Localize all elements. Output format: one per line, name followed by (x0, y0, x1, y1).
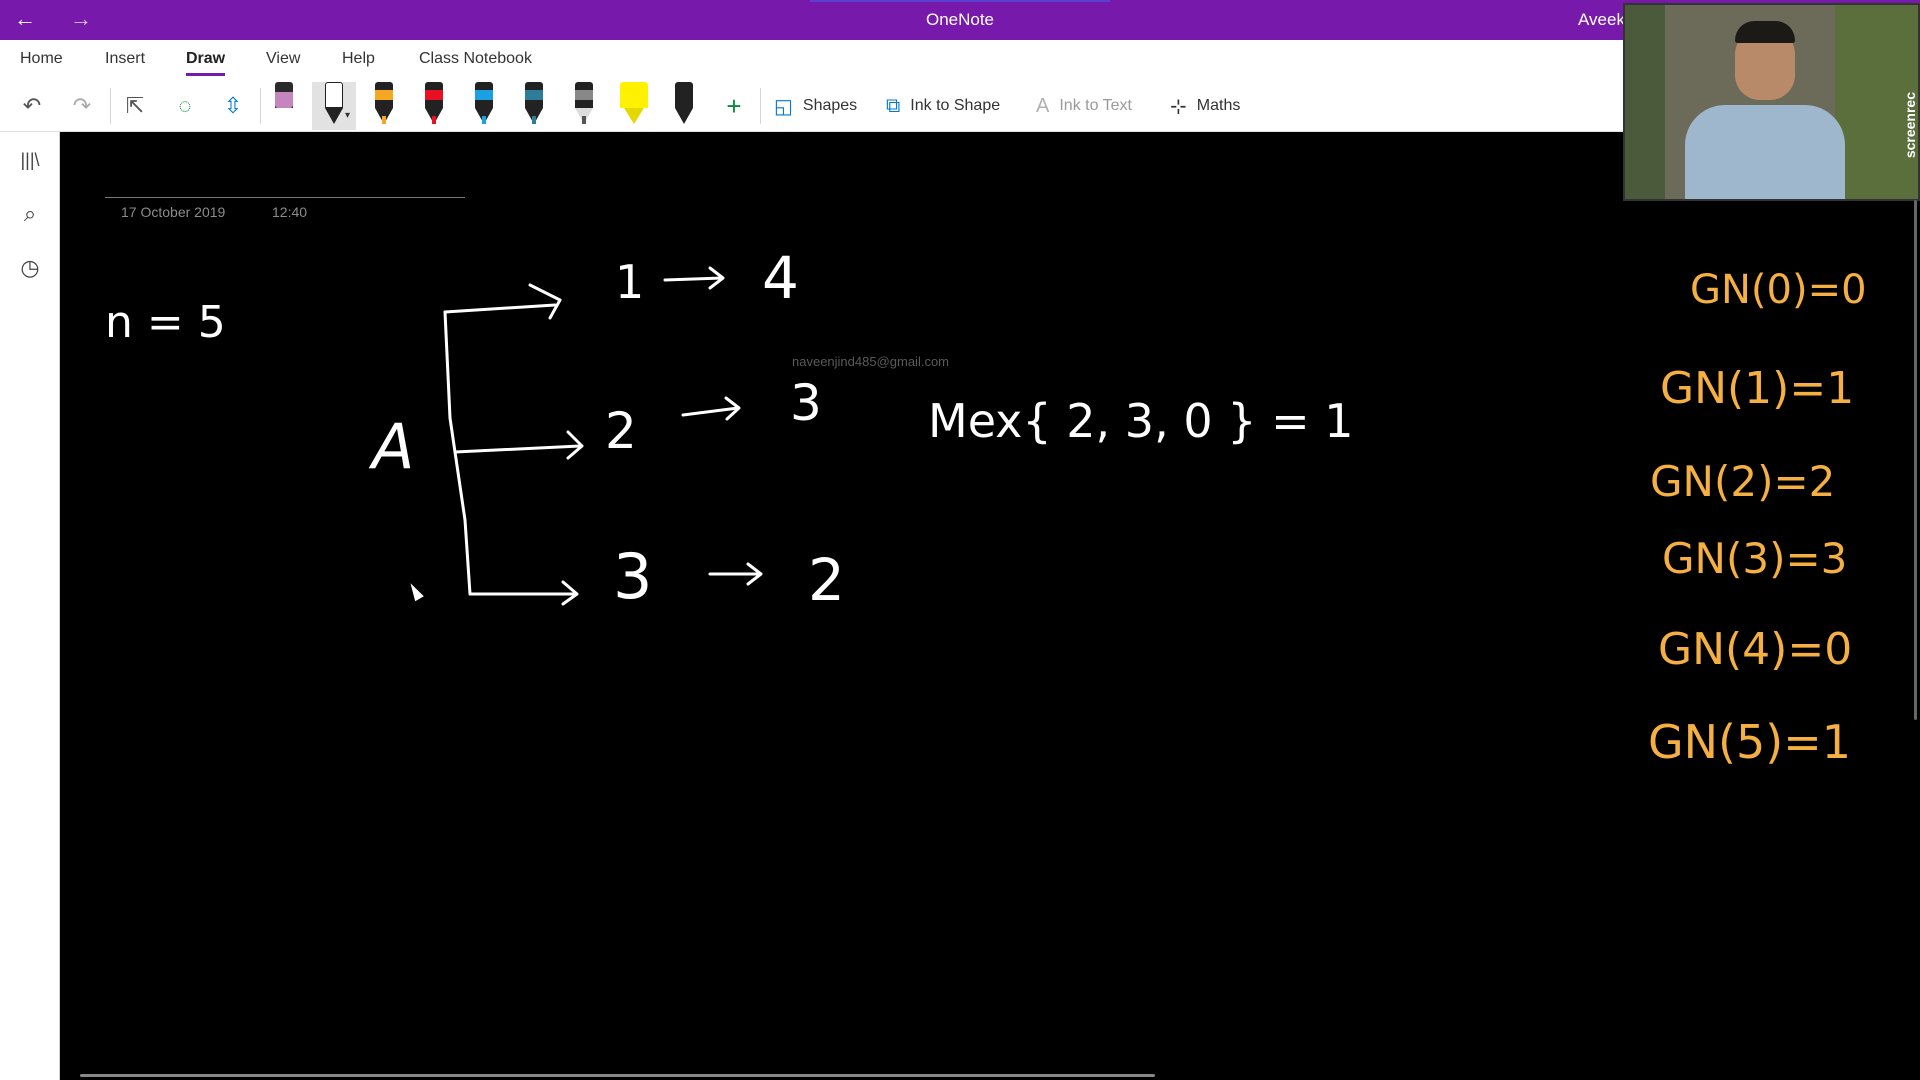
bracket-stroke (443, 310, 457, 454)
webcam-person-hair (1735, 21, 1795, 43)
ink-mex-expression: Mex{ 2, 3, 0 } = 1 (928, 394, 1354, 448)
ink-branch1-to: 4 (762, 244, 799, 312)
horizontal-scrollbar[interactable] (80, 1074, 1155, 1077)
webcam-overlay (1623, 3, 1920, 201)
arrow-shaft (681, 406, 740, 417)
webcam-person-shirt (1685, 105, 1845, 199)
webcam-background-plant (1625, 5, 1665, 199)
vertical-scrollbar[interactable] (1914, 200, 1917, 720)
ink-gn-5: GN(5)=1 (1648, 715, 1851, 769)
ink-branch2-to: 3 (790, 374, 822, 432)
ink-n-equals: n = 5 (105, 297, 226, 348)
arrow-shaft (453, 444, 582, 454)
ink-gn-0: GN(0)=0 (1690, 267, 1867, 313)
ink-gn-3: GN(3)=3 (1662, 534, 1847, 583)
ink-gn-4: GN(4)=0 (1658, 624, 1852, 675)
arrow-shaft (443, 303, 557, 314)
ink-branch3-from: 3 (613, 540, 652, 613)
arrow-shaft (663, 276, 724, 282)
ink-gn-2: GN(2)=2 (1650, 457, 1835, 506)
arrow-head (528, 283, 562, 320)
bracket-stroke (453, 450, 472, 596)
ink-branch1-from: 1 (615, 255, 644, 309)
ink-branch2-from: 2 (605, 402, 637, 460)
ink-branch3-to: 2 (808, 546, 845, 614)
ink-gn-1: GN(1)=1 (1660, 363, 1854, 414)
screenrec-logo: screenrec (1902, 92, 1918, 159)
ink-label-a: A (368, 410, 414, 483)
